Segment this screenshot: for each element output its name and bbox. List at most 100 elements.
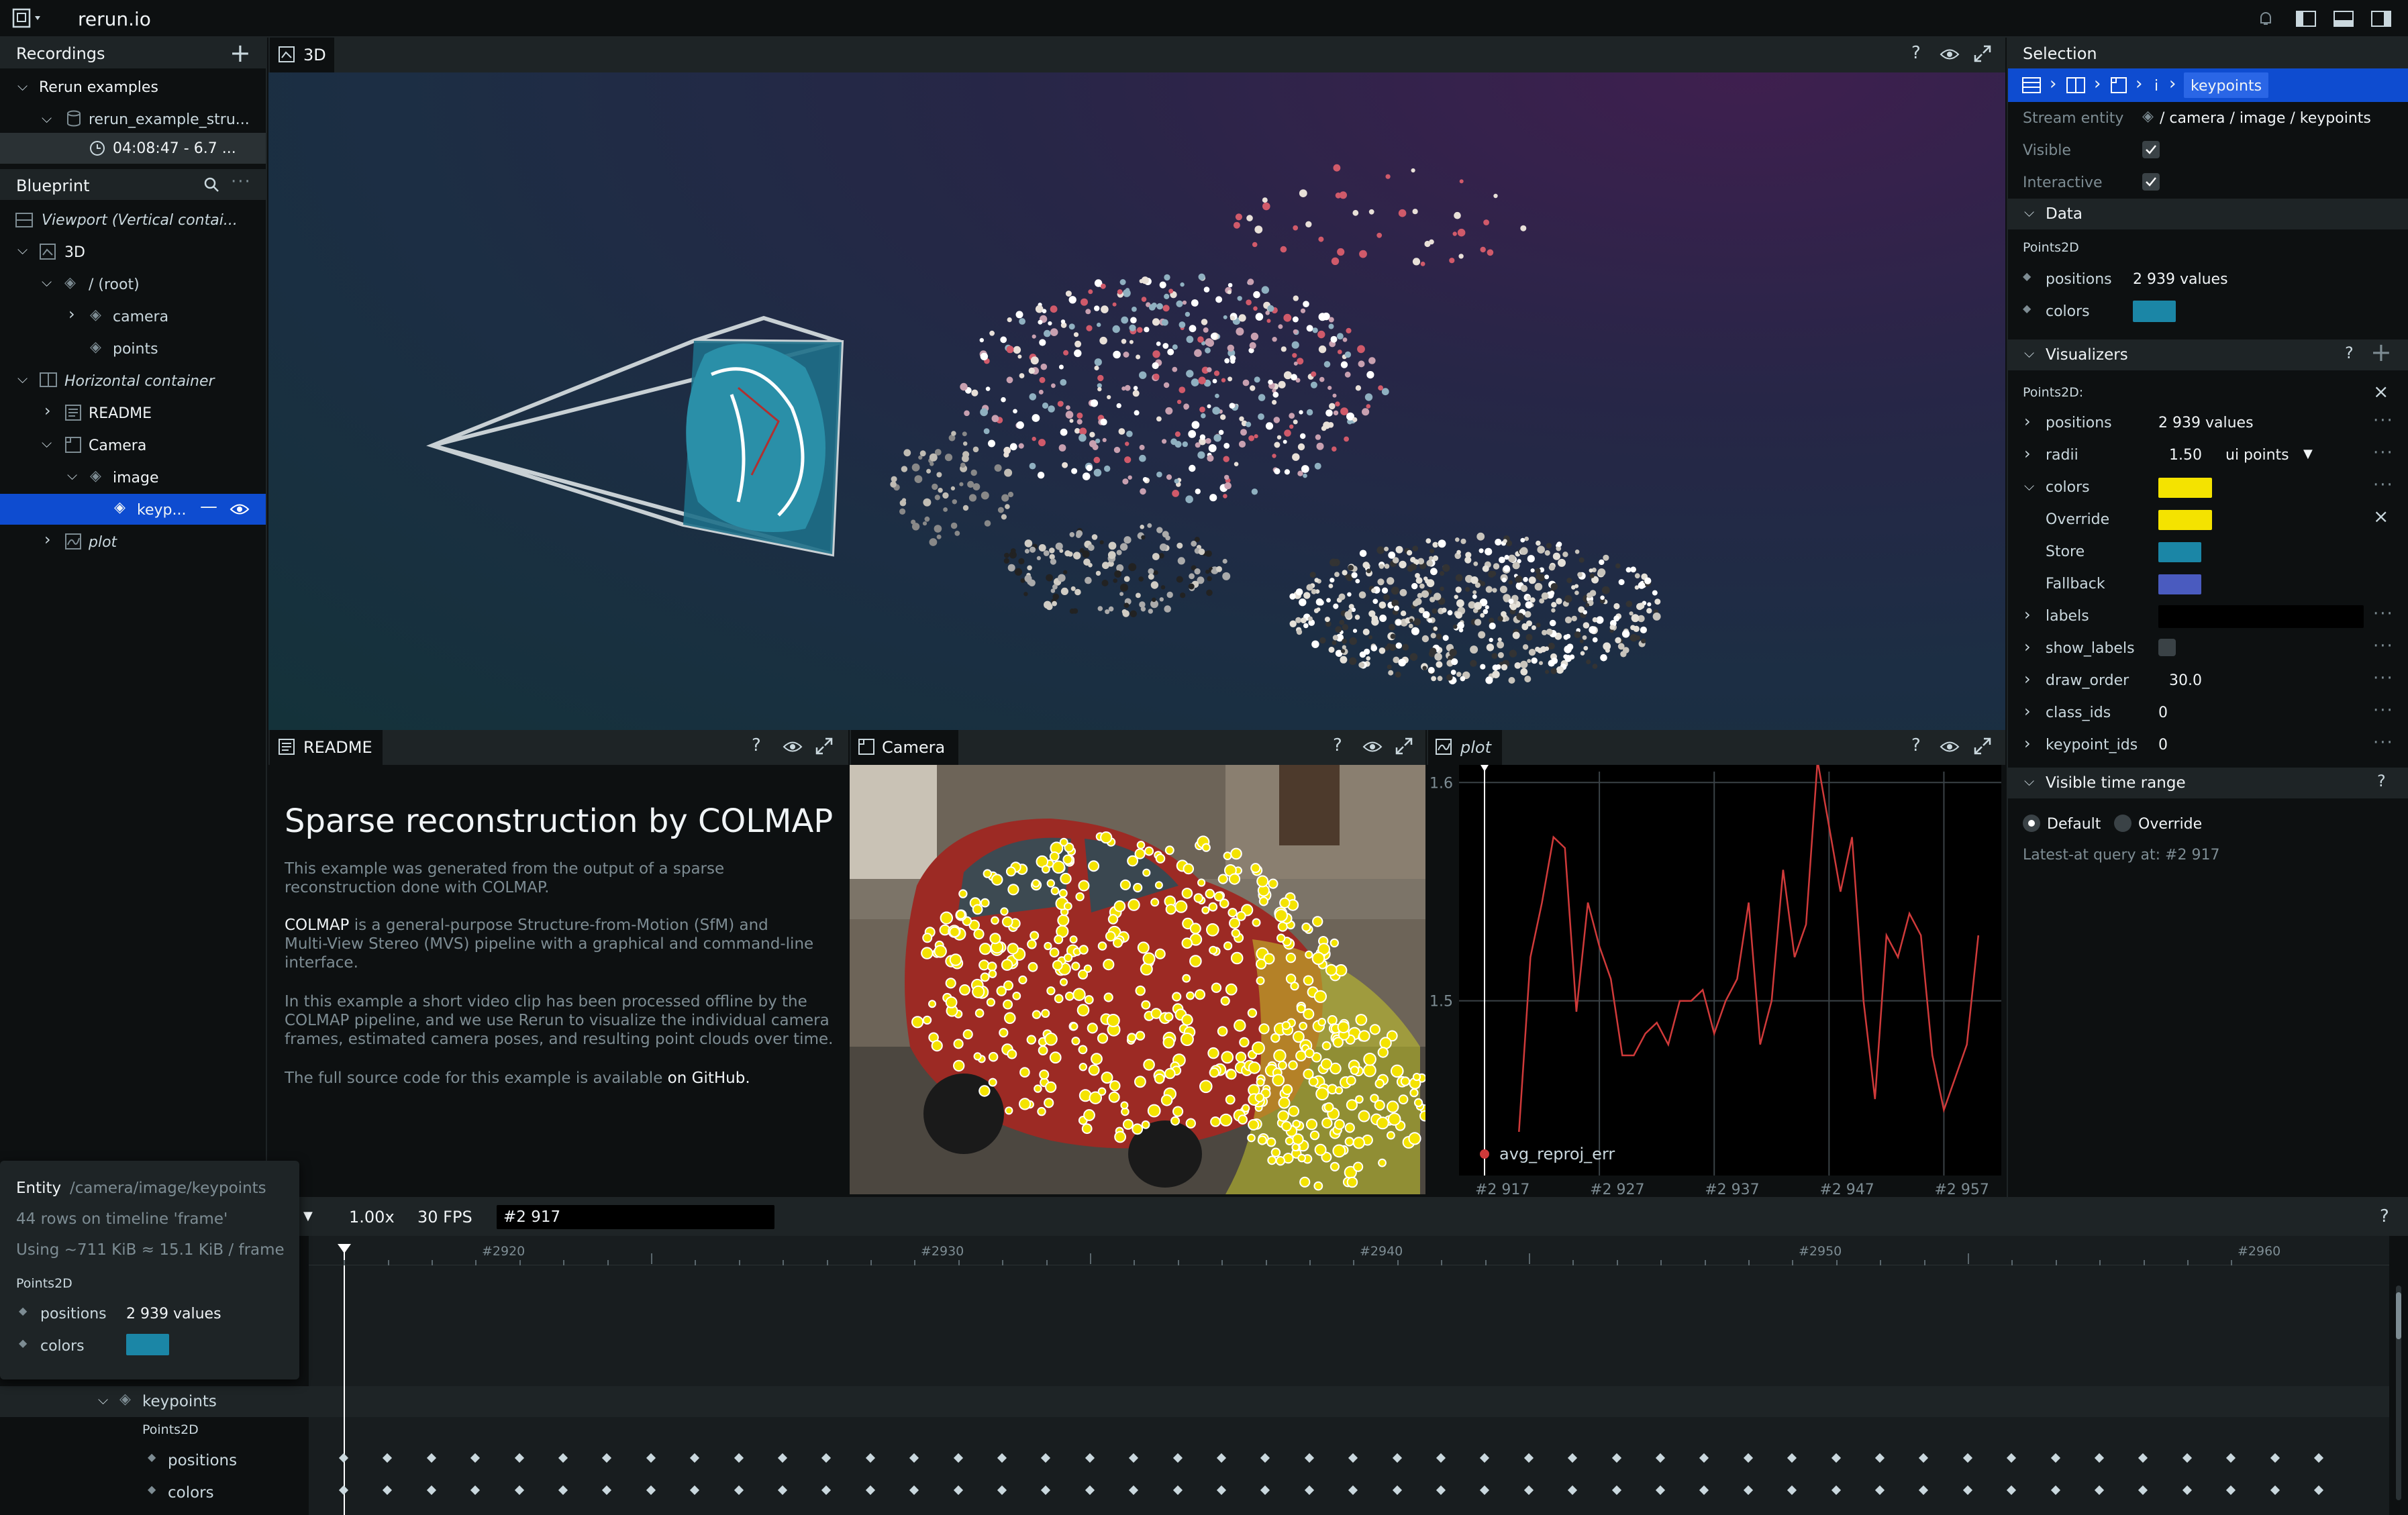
vis-radii-value[interactable]: 1.50: [2169, 448, 2202, 463]
chevron-down-icon[interactable]: ⌵: [2024, 774, 2034, 788]
keypoints-track-row[interactable]: [0, 1386, 2389, 1417]
vis-draw-order-value[interactable]: 30.0: [2169, 674, 2202, 688]
blueprint-item-root[interactable]: / (root): [89, 278, 140, 293]
timeline-colors[interactable]: colors: [168, 1485, 214, 1501]
blueprint-item-viewport[interactable]: Viewport (Vertical contai...: [42, 213, 238, 228]
toggle-bottom-panel-icon[interactable]: [2333, 9, 2354, 28]
camera-image[interactable]: [850, 765, 1425, 1194]
vis-keypoint-ids-label[interactable]: keypoint_ids: [2046, 738, 2138, 753]
search-icon[interactable]: [203, 176, 220, 193]
camera-frustum[interactable]: [426, 315, 844, 557]
eye-icon[interactable]: [1362, 739, 1383, 754]
viewport-icon[interactable]: [2021, 76, 2042, 94]
timeline-positions[interactable]: positions: [168, 1453, 237, 1469]
chevron-down-icon[interactable]: ⌵: [17, 243, 28, 256]
remove-override-icon[interactable]: ×: [2373, 507, 2389, 526]
playback-fps[interactable]: 30 FPS: [417, 1209, 472, 1225]
override-radio[interactable]: [2114, 815, 2131, 832]
blueprint-item-readme[interactable]: README: [89, 407, 152, 421]
more-icon[interactable]: ···: [2373, 604, 2394, 624]
plot-chart[interactable]: #2 917 #2 927 #2 937 #2 947 #2 957 1.6 1.5 avg…: [1427, 765, 2005, 1197]
chevron-down-icon[interactable]: ⌵: [98, 1393, 108, 1406]
more-icon[interactable]: ···: [2373, 668, 2394, 688]
plot-area[interactable]: #2 917 #2 927 #2 937 #2 947 #2 957 1.6 1.5 avg…: [1427, 765, 2005, 1197]
remove-icon[interactable]: —: [200, 498, 217, 515]
blueprint-item-camera-view[interactable]: Camera: [89, 439, 146, 454]
timeline-scrollbar-thumb[interactable]: [2396, 1292, 2401, 1339]
frame-value[interactable]: #2 917: [503, 1210, 560, 1225]
blueprint-more-button[interactable]: ···: [231, 172, 252, 192]
tooltip-path-image[interactable]: /image: [134, 1180, 187, 1197]
chevron-right-icon[interactable]: ›: [2024, 671, 2031, 687]
eye-icon[interactable]: [1940, 47, 1960, 62]
vis-class-ids-label[interactable]: class_ids: [2046, 706, 2111, 721]
override-label[interactable]: Override: [2138, 817, 2202, 832]
help-icon[interactable]: ?: [1911, 44, 1921, 62]
more-icon[interactable]: ···: [2373, 636, 2394, 656]
vis-override-swatch[interactable]: [2158, 510, 2212, 530]
more-icon[interactable]: ···: [2373, 733, 2394, 753]
vis-colors-label[interactable]: colors: [2046, 480, 2090, 495]
help-icon[interactable]: ?: [1333, 737, 1342, 754]
chevron-right-icon[interactable]: ›: [2024, 413, 2031, 429]
colmap-link[interactable]: COLMAP: [285, 917, 349, 934]
help-icon[interactable]: ?: [2345, 345, 2354, 361]
chevron-right-icon[interactable]: ›: [2024, 639, 2031, 655]
chevron-down-icon[interactable]: ⌵: [42, 275, 52, 289]
chevron-right-icon[interactable]: ›: [44, 403, 51, 419]
toggle-right-panel-icon[interactable]: [2370, 9, 2392, 28]
vis-colors-swatch[interactable]: [2158, 478, 2212, 498]
more-icon[interactable]: ···: [2373, 443, 2394, 463]
chevron-right-icon[interactable]: ›: [2024, 607, 2031, 623]
maximize-icon[interactable]: [1395, 737, 1413, 755]
breadcrumb-current[interactable]: keypoints: [2191, 79, 2262, 94]
chevron-down-icon[interactable]: ⌵: [42, 436, 52, 450]
more-icon[interactable]: ···: [2373, 700, 2394, 721]
playback-speed[interactable]: 1.00x: [349, 1209, 395, 1225]
eye-icon[interactable]: [230, 502, 250, 517]
vis-radii-label[interactable]: radii: [2046, 448, 2078, 463]
blueprint-item-keypoints-row[interactable]: [0, 494, 266, 525]
recording-item[interactable]: rerun_example_stru...: [89, 113, 250, 127]
blueprint-item-plot[interactable]: plot: [89, 535, 117, 550]
timeline-entity-keypoints[interactable]: keypoints: [142, 1394, 217, 1410]
chevron-down-icon[interactable]: ⌵: [17, 79, 28, 93]
chevron-right-icon[interactable]: ›: [68, 306, 75, 322]
chevron-right-icon[interactable]: ›: [2024, 446, 2031, 462]
timeline-ruler[interactable]: [309, 1236, 2389, 1265]
vis-class-ids-value[interactable]: 0: [2158, 706, 2168, 721]
view-2d-icon[interactable]: [2110, 76, 2127, 94]
help-icon[interactable]: ?: [2380, 1208, 2389, 1225]
blueprint-item-3d[interactable]: 3D: [64, 246, 85, 260]
vis-positions-label[interactable]: positions: [2046, 416, 2112, 431]
tooltip-path-keypoints[interactable]: /keypoints: [187, 1180, 266, 1197]
show-labels-checkbox[interactable]: [2158, 639, 2176, 656]
chevron-down-icon[interactable]: ⌵: [42, 111, 52, 125]
data-colors-swatch[interactable]: [2133, 301, 2176, 322]
horizontal-container-icon[interactable]: [2066, 76, 2086, 94]
blueprint-item-camera-entity[interactable]: camera: [113, 310, 168, 325]
stream-entity-path[interactable]: / camera / image / keypoints: [2160, 111, 2371, 126]
default-label[interactable]: Default: [2047, 817, 2101, 832]
vis-labels-input[interactable]: [2158, 605, 2364, 628]
recordings-group[interactable]: Rerun examples: [39, 81, 158, 95]
point-cloud-canvas[interactable]: [268, 72, 2005, 730]
help-icon[interactable]: ?: [752, 737, 761, 754]
vis-radii-unit[interactable]: ui points: [2225, 448, 2289, 463]
vis-keypoint-ids-value[interactable]: 0: [2158, 738, 2168, 753]
chevron-down-icon[interactable]: ⌵: [2024, 479, 2034, 492]
tooltip-path-camera[interactable]: /camera: [70, 1180, 134, 1197]
interactive-checkbox[interactable]: [2142, 173, 2160, 191]
timeline-cursor[interactable]: [344, 1244, 345, 1515]
chevron-right-icon[interactable]: ›: [2024, 735, 2031, 751]
help-icon[interactable]: ?: [1911, 737, 1921, 754]
blueprint-item-horizontal-container[interactable]: Horizontal container: [64, 374, 215, 389]
chevron-down-icon[interactable]: ⌵: [17, 372, 28, 385]
default-radio[interactable]: [2023, 815, 2040, 832]
rerun-logo-icon[interactable]: [12, 8, 43, 30]
toggle-left-panel-icon[interactable]: [2295, 9, 2317, 28]
chevron-right-icon[interactable]: ›: [44, 531, 51, 547]
github-link[interactable]: on GitHub.: [668, 1069, 750, 1087]
dropdown-arrow-icon[interactable]: ▼: [2303, 448, 2313, 460]
help-icon[interactable]: ?: [2377, 773, 2386, 789]
